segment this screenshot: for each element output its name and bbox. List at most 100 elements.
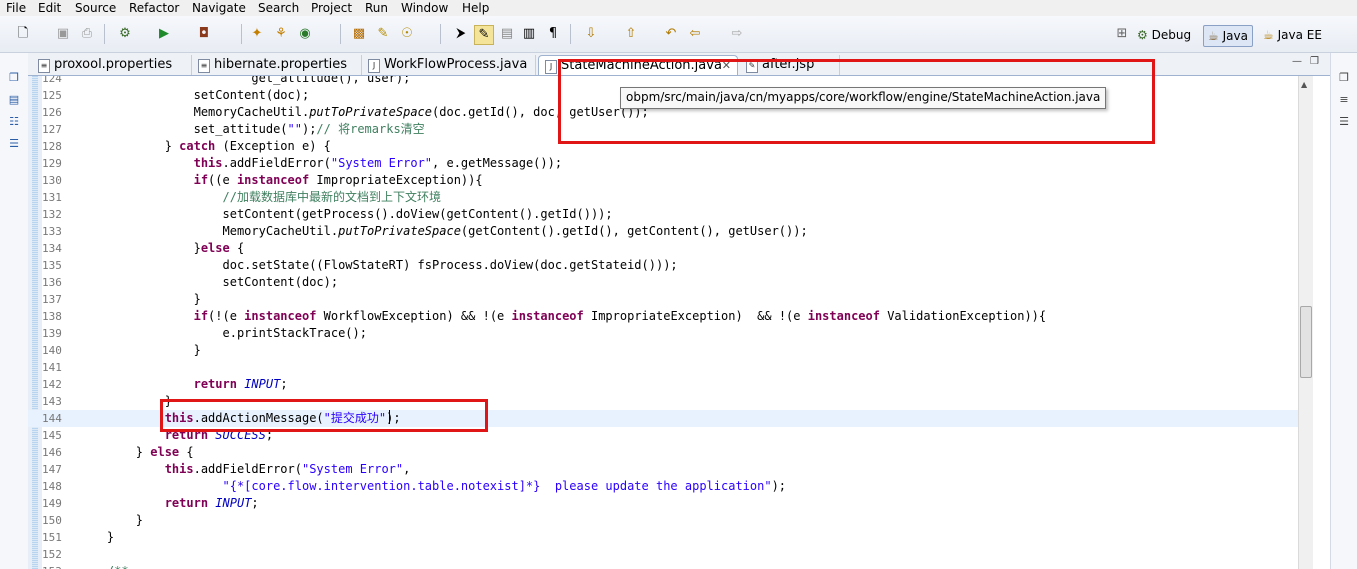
toggle-mark-occurrences-icon[interactable]: ✎: [474, 25, 494, 45]
main-toolbar: 🗋 ▣ ⎙ ⚙ ▶ ◘ ✦ ⚘ ◉ ▩ ✎ ☉ ⮞ ✎ ▤ ▥ ¶ ⇩ ⇧ ↶ …: [0, 16, 1357, 53]
java-ee-icon: ☕: [1263, 28, 1274, 42]
code-text: } catch (Exception e) {: [78, 139, 331, 153]
new-icon[interactable]: 🗋: [14, 25, 32, 43]
toolbar-separator: [440, 24, 441, 44]
menu-edit[interactable]: Edit: [38, 0, 61, 16]
line-number: 146: [42, 446, 62, 459]
code-text: }else {: [78, 241, 245, 255]
text-cursor: [389, 410, 390, 424]
pilcrow-icon[interactable]: ¶: [544, 25, 562, 43]
code-line: 142 return INPUT;: [28, 376, 1298, 393]
code-text: this.addFieldError("System Error", e.get…: [193, 156, 563, 170]
code-text: if(!(e instanceof WorkflowException) && …: [193, 309, 1047, 323]
perspective-debug-label: Debug: [1151, 28, 1192, 42]
back-icon[interactable]: ⇦: [686, 25, 704, 43]
code-text: return INPUT;: [193, 377, 288, 391]
annotation-box-tab-path: [558, 59, 1155, 144]
line-number: 140: [42, 344, 62, 357]
properties-file-icon: ≡: [198, 59, 210, 73]
tab-hibernate-properties[interactable]: ≡ hibernate.properties: [192, 55, 362, 75]
code-text: MemoryCacheUtil.putToPrivateSpace(getCon…: [78, 224, 808, 238]
package-explorer-icon[interactable]: ▤: [7, 93, 21, 107]
open-perspective-icon[interactable]: ⊞: [1113, 25, 1131, 43]
scroll-up-icon[interactable]: ▲: [1301, 80, 1307, 89]
code-line: 130 if((e instanceof ImpropriateExceptio…: [28, 172, 1298, 189]
perspective-debug[interactable]: ⚙ Debug: [1137, 25, 1191, 45]
menu-window[interactable]: Window: [401, 0, 448, 16]
code-line: 148 "{*[core.flow.intervention.table.not…: [28, 478, 1298, 495]
menu-source[interactable]: Source: [75, 0, 116, 16]
menu-run[interactable]: Run: [365, 0, 388, 16]
line-number: 127: [42, 123, 62, 136]
save-icon[interactable]: ▣: [54, 25, 72, 43]
line-number: 144: [42, 412, 62, 425]
line-number: 135: [42, 259, 62, 272]
maximize-icon[interactable]: ❐: [1310, 56, 1319, 67]
annotation-box-action-message: [160, 399, 488, 432]
code-line: 136 setContent(doc);: [28, 274, 1298, 291]
show-whitespace-icon[interactable]: ▥: [520, 25, 538, 43]
line-number: 142: [42, 378, 62, 391]
perspective-java[interactable]: ☕ Java: [1203, 25, 1253, 47]
tab-workflowprocess-java[interactable]: J WorkFlowProcess.java: [362, 55, 536, 75]
code-line: 140 }: [28, 342, 1298, 359]
minimize-icon[interactable]: —: [1292, 56, 1302, 67]
search-icon[interactable]: ☉: [398, 25, 416, 43]
toggle-block-selection-icon[interactable]: ▤: [498, 25, 516, 43]
code-line: 129 this.addFieldError("System Error", e…: [28, 155, 1298, 172]
restore-icon[interactable]: ❐: [1337, 71, 1351, 85]
line-number: 143: [42, 395, 62, 408]
next-annotation-icon[interactable]: ⇩: [582, 25, 600, 43]
java-editor[interactable]: 124 get_attitude(), user); 125 setConten…: [28, 76, 1298, 569]
tab-label: hibernate.properties: [214, 57, 347, 72]
open-type-icon[interactable]: ▩: [350, 25, 368, 43]
code-text: if((e instanceof ImpropriateException)){: [193, 173, 483, 187]
line-number: 124: [42, 76, 62, 85]
code-text: get_attitude(), user);: [78, 76, 411, 85]
previous-annotation-icon[interactable]: ⇧: [622, 25, 640, 43]
toolbar-separator: [104, 24, 105, 44]
debug-run-icon[interactable]: ⚙: [116, 25, 134, 43]
java-perspective-icon: ☕: [1208, 29, 1219, 43]
print-icon[interactable]: ⎙: [78, 25, 96, 43]
menu-navigate[interactable]: Navigate: [192, 0, 246, 16]
hierarchy-icon[interactable]: ☷: [7, 115, 21, 129]
restore-icon[interactable]: ❐: [7, 71, 21, 85]
line-number: 148: [42, 480, 62, 493]
last-edit-location-icon[interactable]: ↶: [662, 25, 680, 43]
external-tools-icon[interactable]: ◘: [195, 25, 213, 43]
scrollbar-thumb[interactable]: [1300, 306, 1312, 378]
code-text: doc.setState((FlowStateRT) fsProcess.doV…: [78, 258, 678, 272]
code-text: }: [78, 530, 115, 544]
toggle-breadcrumb-icon[interactable]: ⮞: [452, 25, 470, 43]
perspective-java-ee-label: Java EE: [1277, 28, 1322, 42]
open-task-icon[interactable]: ✎: [374, 25, 392, 43]
menu-file[interactable]: File: [6, 0, 26, 16]
forward-icon[interactable]: ⇨: [728, 25, 746, 43]
new-package-icon[interactable]: ⚘: [272, 25, 290, 43]
menu-search[interactable]: Search: [258, 0, 299, 16]
debug-icon: ⚙: [1137, 28, 1148, 42]
overview-ruler[interactable]: [1313, 76, 1327, 569]
outline-icon[interactable]: ≡: [1337, 93, 1351, 107]
code-line: 151 }: [28, 529, 1298, 546]
code-text: e.printStackTrace();: [78, 326, 367, 340]
vertical-scrollbar[interactable]: ▲: [1298, 76, 1313, 569]
new-class-icon[interactable]: ◉: [296, 25, 314, 43]
menu-project[interactable]: Project: [311, 0, 352, 16]
line-number: 125: [42, 89, 62, 102]
code-line: 141: [28, 359, 1298, 376]
left-trim-bar: ❐ ▤ ☷ ☰: [0, 53, 29, 569]
right-trim-bar: ❐ ≡ ☰: [1330, 53, 1357, 569]
code-line: 133 MemoryCacheUtil.putToPrivateSpace(ge…: [28, 223, 1298, 240]
menu-help[interactable]: Help: [462, 0, 489, 16]
perspective-java-ee[interactable]: ☕ Java EE: [1263, 25, 1322, 45]
new-java-project-icon[interactable]: ✦: [248, 25, 266, 43]
toolbar-separator: [340, 24, 341, 44]
line-number: 130: [42, 174, 62, 187]
tab-proxool-properties[interactable]: ≡ proxool.properties: [32, 55, 192, 75]
menu-refactor[interactable]: Refactor: [129, 0, 179, 16]
navigator-icon[interactable]: ☰: [7, 137, 21, 151]
task-list-icon[interactable]: ☰: [1337, 115, 1351, 129]
run-icon[interactable]: ▶: [155, 25, 173, 43]
